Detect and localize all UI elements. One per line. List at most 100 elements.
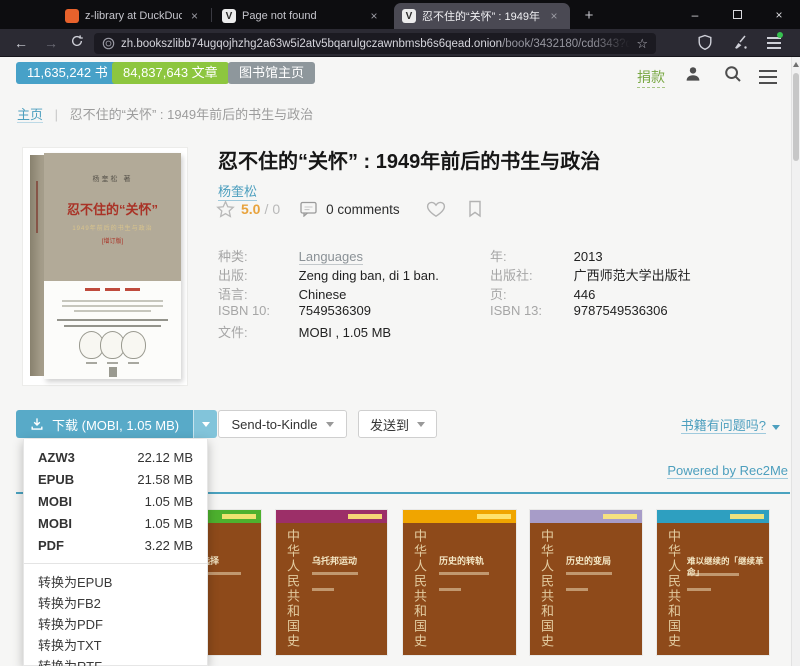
detail-value: 446	[574, 287, 596, 302]
books-count-badge[interactable]: 11,635,242 书	[16, 62, 119, 84]
convert-to-epub[interactable]: 转换为EPUB	[24, 571, 207, 592]
detail-label: 文件:	[218, 322, 295, 341]
scrollbar-thumb[interactable]	[793, 73, 799, 161]
library-home-badge[interactable]: 图书馆主页	[228, 62, 315, 84]
recommended-book-cover[interactable]: 中华人民共和国史 乌托邦运动	[276, 510, 387, 655]
powered-by-link[interactable]: Powered by Rec2Me	[667, 463, 788, 479]
url-domain: zh.bookszlibb74ugqojhzhg2a63w5i2atv5bqar…	[121, 38, 502, 50]
tab-close-icon[interactable]: ×	[188, 9, 201, 23]
report-issue-link[interactable]: 书籍有问题吗?	[681, 418, 766, 434]
send-to-label: 发送到	[370, 415, 409, 434]
tab-close-icon[interactable]: ×	[366, 9, 382, 23]
profile-icon[interactable]	[683, 64, 703, 84]
cover-band	[657, 510, 769, 523]
reload-button[interactable]	[70, 34, 88, 52]
format-option-azw3[interactable]: AZW3 22.12 MB	[24, 446, 207, 468]
recommended-book-cover[interactable]: 中华人民共和国史 历史的变局	[530, 510, 642, 655]
donate-link[interactable]: 捐款	[637, 67, 665, 88]
tab-close-icon[interactable]: ×	[546, 9, 562, 23]
chevron-down-icon	[417, 422, 425, 427]
breadcrumb: 主页 | 忍不住的“关怀” : 1949年前后的书生与政治	[17, 104, 313, 123]
convert-to-txt[interactable]: 转换为TXT	[24, 634, 207, 655]
broom-icon[interactable]	[731, 34, 749, 52]
cover-edition: [增订版]	[44, 236, 181, 245]
download-button[interactable]: 下载 (MOBI, 1.05 MB)	[16, 410, 193, 438]
format-size: 21.58 MB	[137, 472, 193, 487]
site-info-icon[interactable]	[102, 37, 115, 50]
tab-book-page[interactable]: V 忍不住的“关怀” : 1949年前后的 ×	[394, 3, 570, 29]
reload-icon	[70, 34, 84, 48]
book-cover-image[interactable]: 杨奎松 著 忍不住的“关怀” 1949年前后的书生与政治 [增订版]	[22, 147, 188, 386]
maximize-button[interactable]	[716, 0, 758, 29]
format-size: 1.05 MB	[145, 494, 193, 509]
articles-count-badge[interactable]: 84,837,643 文章	[112, 62, 229, 84]
detail-value: MOBI , 1.05 MB	[299, 325, 391, 340]
tab-bar: z-library at DuckDuckGo × V Page not fou…	[0, 0, 800, 29]
browser-toolbar: ← → zh.bookszlibb74ugqojhzhg2a63w5i2atv5…	[0, 29, 800, 57]
cover-subtitle: 1949年前后的书生与政治	[44, 223, 181, 232]
series-title: 中华人民共和国史	[663, 529, 682, 649]
convert-to-rtf[interactable]: 转换为RTF	[24, 655, 207, 666]
new-tab-button[interactable]: +	[576, 4, 602, 28]
book-cover-render: 杨奎松 著 忍不住的“关怀” 1949年前后的书生与政治 [增订版]	[30, 153, 181, 381]
detail-value: Zeng ding ban, di 1 ban.	[299, 268, 439, 283]
format-option-mobi[interactable]: MOBI 1.05 MB	[24, 490, 207, 512]
zlibrary-favicon: V	[402, 9, 416, 23]
detail-value: Chinese	[299, 287, 347, 302]
author-link[interactable]: 杨奎松	[218, 181, 257, 201]
cover-title: 乌托邦运动	[312, 556, 384, 567]
favorite-heart-icon[interactable]	[426, 200, 446, 218]
minimize-button[interactable]: –	[674, 0, 716, 29]
shield-icon[interactable]	[697, 34, 715, 52]
tab-title: z-library at DuckDuckGo	[85, 10, 182, 22]
site-menu-icon[interactable]	[759, 66, 777, 88]
address-bar[interactable]: zh.bookszlibb74ugqojhzhg2a63w5i2atv5bqar…	[94, 33, 656, 54]
page-scrollbar[interactable]	[791, 57, 800, 666]
download-formats-toggle[interactable]	[193, 410, 217, 438]
detail-row: 出版社: 广西师范大学出版社	[490, 265, 691, 284]
format-size: 1.05 MB	[145, 516, 193, 531]
tab-page-not-found[interactable]: V Page not found ×	[214, 3, 390, 29]
comments-count[interactable]: 0 comments	[326, 202, 400, 217]
detail-label: 出版社:	[490, 265, 570, 284]
breadcrumb-current: 忍不住的“关怀” : 1949年前后的书生与政治	[70, 107, 313, 122]
format-name: MOBI	[38, 494, 72, 509]
breadcrumb-separator: |	[55, 107, 58, 122]
cover-band	[530, 510, 642, 523]
detail-row: 页: 446	[490, 284, 595, 303]
tab-duckduckgo[interactable]: z-library at DuckDuckGo ×	[57, 3, 209, 29]
book-spine	[30, 155, 44, 376]
comments-icon[interactable]	[300, 201, 318, 217]
download-label: 下载 (MOBI, 1.05 MB)	[52, 415, 179, 434]
send-to-kindle-button[interactable]: Send-to-Kindle	[218, 410, 347, 438]
recommended-book-cover[interactable]: 中华人民共和国史 难以继续的「继续革命」	[657, 510, 769, 655]
convert-to-pdf[interactable]: 转换为PDF	[24, 613, 207, 634]
categories-link[interactable]: Languages	[299, 249, 363, 265]
format-name: AZW3	[38, 450, 75, 465]
scroll-up-arrow[interactable]	[793, 62, 799, 67]
send-to-button[interactable]: 发送到	[358, 410, 437, 438]
convert-to-fb2[interactable]: 转换为FB2	[24, 592, 207, 613]
detail-label: 语言:	[218, 284, 295, 303]
format-option-pdf[interactable]: PDF 3.22 MB	[24, 534, 207, 556]
rating-value: 5.0	[241, 201, 260, 217]
breadcrumb-home-link[interactable]: 主页	[17, 107, 43, 123]
recommended-book-cover[interactable]: 中华人民共和国史 历史的转轨	[403, 510, 516, 655]
detail-row: 文件: MOBI , 1.05 MB	[218, 322, 391, 341]
detail-value: 7549536309	[299, 303, 371, 318]
rating-star-icon[interactable]	[216, 200, 235, 218]
bookmark-star-icon[interactable]: ☆	[636, 36, 648, 52]
browser-window: z-library at DuckDuckGo × V Page not fou…	[0, 0, 800, 666]
book-front: 杨奎松 著 忍不住的“关怀” 1949年前后的书生与政治 [增订版]	[44, 153, 181, 379]
detail-row: 年: 2013	[490, 246, 603, 265]
close-window-button[interactable]: ×	[758, 0, 800, 29]
save-bookmark-icon[interactable]	[468, 200, 482, 218]
back-button[interactable]: ←	[12, 34, 30, 52]
browser-menu-icon[interactable]	[765, 34, 783, 52]
menu-separator	[24, 563, 207, 564]
format-option-mobi-2[interactable]: MOBI 1.05 MB	[24, 512, 207, 534]
search-icon[interactable]	[723, 64, 743, 84]
format-option-epub[interactable]: EPUB 21.58 MB	[24, 468, 207, 490]
detail-value: 9787549536306	[574, 303, 668, 318]
forward-button[interactable]: →	[42, 34, 60, 52]
